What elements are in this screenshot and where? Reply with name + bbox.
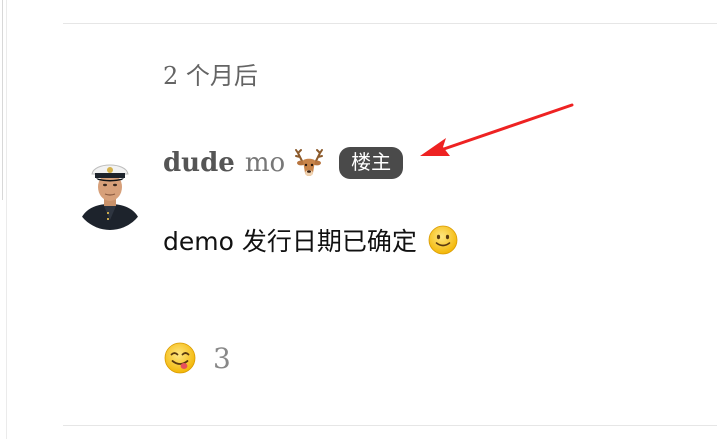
annotation-arrow-icon	[420, 103, 574, 156]
post-header: dude mo 楼主	[163, 143, 404, 183]
user-fullname: mo	[244, 148, 286, 178]
face-savoring-food-icon	[164, 342, 196, 374]
post-divider-top	[63, 23, 717, 24]
username-link[interactable]: dude	[163, 148, 235, 178]
topic-post-page: 2 个月后 dude mo 楼主 demo 发行日期已确定 3	[0, 0, 717, 439]
post-body-text: demo 发行日期已确定	[163, 227, 417, 256]
slightly-smiling-face-icon	[428, 225, 458, 255]
timeline-rail-accent	[0, 0, 3, 200]
time-gap-label: 2 个月后	[163, 62, 258, 90]
op-badge: 楼主	[339, 147, 404, 179]
user-avatar[interactable]	[74, 154, 146, 230]
timeline-rail	[0, 0, 7, 439]
reaction-button[interactable]: 3	[163, 341, 231, 375]
post-body: demo 发行日期已确定	[163, 222, 459, 258]
post-divider-bottom	[63, 425, 717, 426]
reaction-count: 3	[213, 341, 231, 375]
deer-face-icon	[295, 149, 324, 176]
